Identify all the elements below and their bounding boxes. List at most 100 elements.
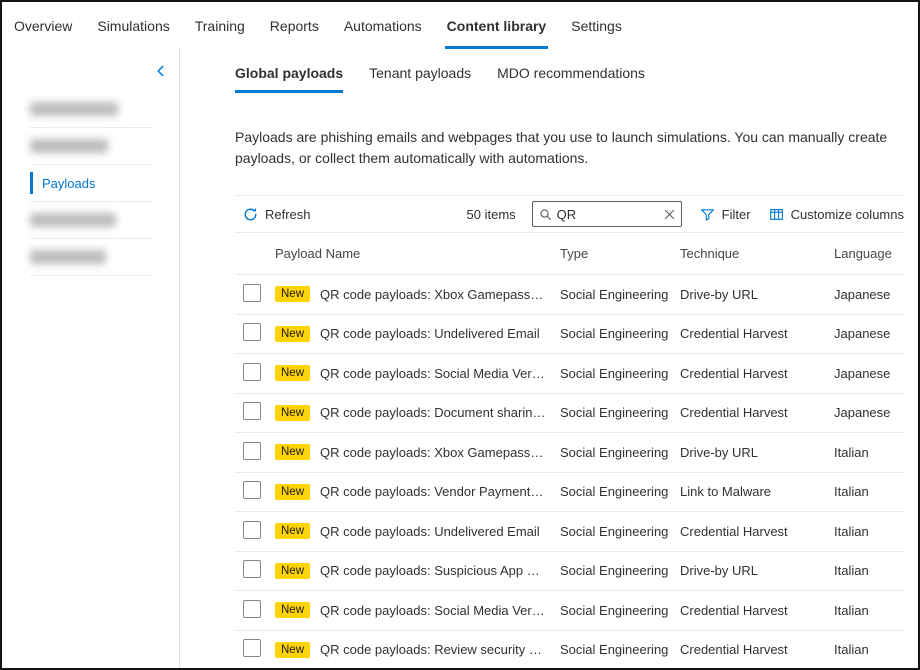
payload-name-cell: New QR code payloads: Xbox Gamepass memb… <box>275 286 560 302</box>
payload-name-link[interactable]: QR code payloads: Review security update <box>320 642 546 657</box>
payload-technique: Drive-by URL <box>680 287 834 302</box>
sidebar-item-redacted[interactable] <box>30 128 153 165</box>
new-badge: New <box>275 484 310 500</box>
table-row[interactable]: New QR code payloads: Social Media Verif… <box>235 590 904 630</box>
payload-name-link[interactable]: QR code payloads: Xbox Gamepass member..… <box>320 445 546 460</box>
nav-tab-settings[interactable]: Settings <box>569 2 624 49</box>
payload-type: Social Engineering <box>560 405 680 420</box>
row-checkbox[interactable] <box>243 402 261 420</box>
tab-mdo-recommendations[interactable]: MDO recommendations <box>497 65 645 93</box>
row-checkbox[interactable] <box>243 600 261 618</box>
payload-name-cell: New QR code payloads: Review security up… <box>275 642 560 658</box>
payload-language: Italian <box>834 642 904 657</box>
table-row[interactable]: New QR code payloads: Undelivered Email … <box>235 511 904 551</box>
redacted-label <box>30 102 118 116</box>
payload-technique: Drive-by URL <box>680 445 834 460</box>
sidebar-item-redacted[interactable] <box>30 91 153 128</box>
payload-technique: Credential Harvest <box>680 524 834 539</box>
payload-language: Italian <box>834 563 904 578</box>
payload-language: Japanese <box>834 405 904 420</box>
page-description: Payloads are phishing emails and webpage… <box>235 127 891 169</box>
row-checkbox[interactable] <box>243 284 261 302</box>
column-header-language[interactable]: Language <box>834 246 904 261</box>
row-checkbox[interactable] <box>243 481 261 499</box>
table-row[interactable]: New QR code payloads: Vendor Payment Con… <box>235 472 904 512</box>
payload-technique: Link to Malware <box>680 484 834 499</box>
payload-name-link[interactable]: QR code payloads: Suspicious App Downloa… <box>320 563 546 578</box>
row-checkbox[interactable] <box>243 560 261 578</box>
checkbox-cell <box>235 600 275 621</box>
redacted-label <box>30 213 116 227</box>
row-checkbox[interactable] <box>243 363 261 381</box>
chevron-left-icon <box>154 64 168 78</box>
payload-name-link[interactable]: QR code payloads: Undelivered Email <box>320 524 540 539</box>
column-header-type[interactable]: Type <box>560 246 680 261</box>
payload-type: Social Engineering <box>560 287 680 302</box>
customize-columns-button[interactable]: Customize columns <box>769 207 904 222</box>
payload-type: Social Engineering <box>560 563 680 578</box>
nav-tab-reports[interactable]: Reports <box>268 2 321 49</box>
new-badge: New <box>275 365 310 381</box>
sidebar-collapse-button[interactable] <box>151 61 171 81</box>
payload-language: Japanese <box>834 287 904 302</box>
table-row[interactable]: New QR code payloads: Xbox Gamepass memb… <box>235 274 904 314</box>
payload-language: Italian <box>834 603 904 618</box>
payload-name-link[interactable]: QR code payloads: Social Media Verificat… <box>320 603 546 618</box>
redacted-label <box>30 250 106 264</box>
sidebar-item-payloads[interactable]: Payloads <box>30 165 153 202</box>
top-navigation: Overview Simulations Training Reports Au… <box>2 2 918 49</box>
nav-tab-content-library[interactable]: Content library <box>445 2 549 49</box>
new-badge: New <box>275 642 310 658</box>
tab-global-payloads[interactable]: Global payloads <box>235 65 343 93</box>
payload-language: Italian <box>834 484 904 499</box>
sidebar: Payloads <box>2 49 180 668</box>
table-row[interactable]: New QR code payloads: Document sharing w… <box>235 393 904 433</box>
filter-icon <box>700 207 715 222</box>
table-row[interactable]: New QR code payloads: Social Media Verif… <box>235 353 904 393</box>
payload-name-link[interactable]: QR code payloads: Undelivered Email <box>320 326 540 341</box>
active-indicator <box>30 172 33 194</box>
payload-type: Social Engineering <box>560 603 680 618</box>
checkbox-cell <box>235 481 275 502</box>
payload-technique: Credential Harvest <box>680 642 834 657</box>
nav-tab-overview[interactable]: Overview <box>12 2 74 49</box>
customize-columns-label: Customize columns <box>791 207 904 222</box>
search-box[interactable] <box>532 201 682 227</box>
search-icon <box>539 208 552 221</box>
column-header-payload-name[interactable]: Payload Name <box>275 246 560 261</box>
payload-name-link[interactable]: QR code payloads: Vendor Payment Confirm… <box>320 484 546 499</box>
payload-type: Social Engineering <box>560 484 680 499</box>
payload-name-link[interactable]: QR code payloads: Social Media Verificat… <box>320 366 546 381</box>
sidebar-item-redacted[interactable] <box>30 202 153 239</box>
payload-language: Japanese <box>834 326 904 341</box>
refresh-icon <box>243 207 258 222</box>
nav-tab-training[interactable]: Training <box>193 2 247 49</box>
filter-button[interactable]: Filter <box>700 207 751 222</box>
payload-language: Italian <box>834 445 904 460</box>
checkbox-cell <box>235 363 275 384</box>
clear-search-icon[interactable] <box>664 209 675 220</box>
tab-tenant-payloads[interactable]: Tenant payloads <box>369 65 471 93</box>
table-row[interactable]: New QR code payloads: Review security up… <box>235 630 904 670</box>
payload-name-link[interactable]: QR code payloads: Document sharing with … <box>320 405 546 420</box>
new-badge: New <box>275 602 310 618</box>
search-input[interactable] <box>557 207 659 222</box>
nav-tab-automations[interactable]: Automations <box>342 2 424 49</box>
table-row[interactable]: New QR code payloads: Suspicious App Dow… <box>235 551 904 591</box>
new-badge: New <box>275 523 310 539</box>
sidebar-item-redacted[interactable] <box>30 239 153 276</box>
row-checkbox[interactable] <box>243 521 261 539</box>
row-checkbox[interactable] <box>243 323 261 341</box>
checkbox-cell <box>235 323 275 344</box>
row-checkbox[interactable] <box>243 639 261 657</box>
nav-tab-simulations[interactable]: Simulations <box>95 2 171 49</box>
column-header-technique[interactable]: Technique <box>680 246 834 261</box>
customize-columns-icon <box>769 207 784 222</box>
table-row[interactable]: New QR code payloads: Xbox Gamepass memb… <box>235 432 904 472</box>
payload-language: Japanese <box>834 366 904 381</box>
table-row[interactable]: New QR code payloads: Undelivered Email … <box>235 314 904 354</box>
payload-tabs: Global payloads Tenant payloads MDO reco… <box>235 65 904 93</box>
payload-name-link[interactable]: QR code payloads: Xbox Gamepass member..… <box>320 287 546 302</box>
row-checkbox[interactable] <box>243 442 261 460</box>
refresh-button[interactable]: Refresh <box>243 207 311 222</box>
